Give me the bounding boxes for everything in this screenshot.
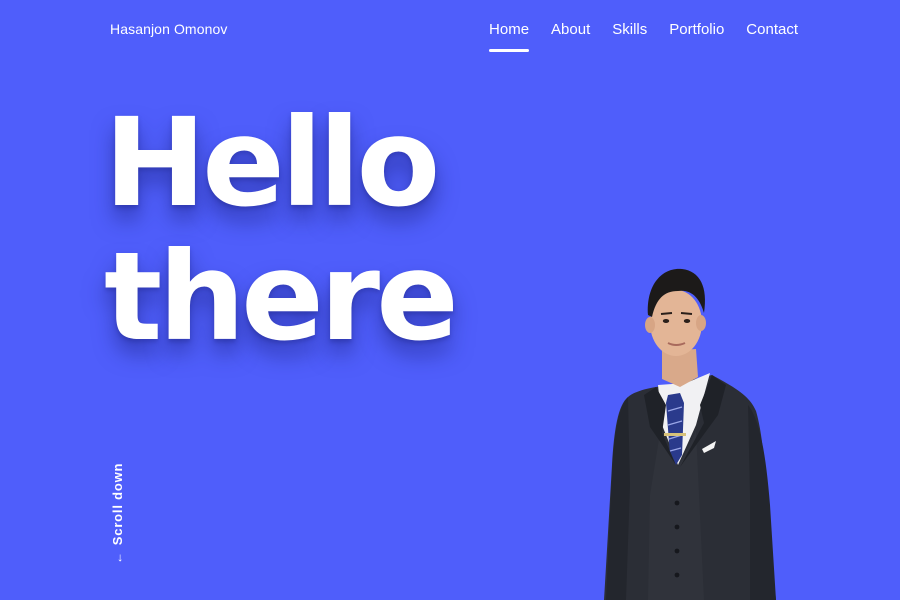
portrait-button [674,524,680,530]
portrait-tie-clip [664,433,686,436]
portrait-button [674,500,680,506]
site-brand[interactable]: Hasanjon Omonov [110,21,227,37]
arrow-down-icon: ← [110,551,125,564]
nav-link-skills[interactable]: Skills [612,21,647,38]
nav-link-contact[interactable]: Contact [746,21,798,38]
portrait-button [674,548,680,554]
portrait-button [674,572,680,578]
scroll-down-label: Scroll down [110,462,125,546]
hero-line-2: there [104,226,459,368]
nav-link-portfolio[interactable]: Portfolio [669,21,724,38]
portrait-image [604,268,776,600]
portrait-arm-left [606,397,630,600]
hero-line-1: Hello [104,92,440,234]
scroll-down-link[interactable]: ← Scroll down [110,463,125,564]
nav-link-about[interactable]: About [551,21,590,38]
portrait-arm [748,405,776,600]
main-nav: Home About Skills Portfolio Contact [489,21,798,52]
hero-heading: Hello there [104,92,459,368]
nav-link-home[interactable]: Home [489,21,530,52]
